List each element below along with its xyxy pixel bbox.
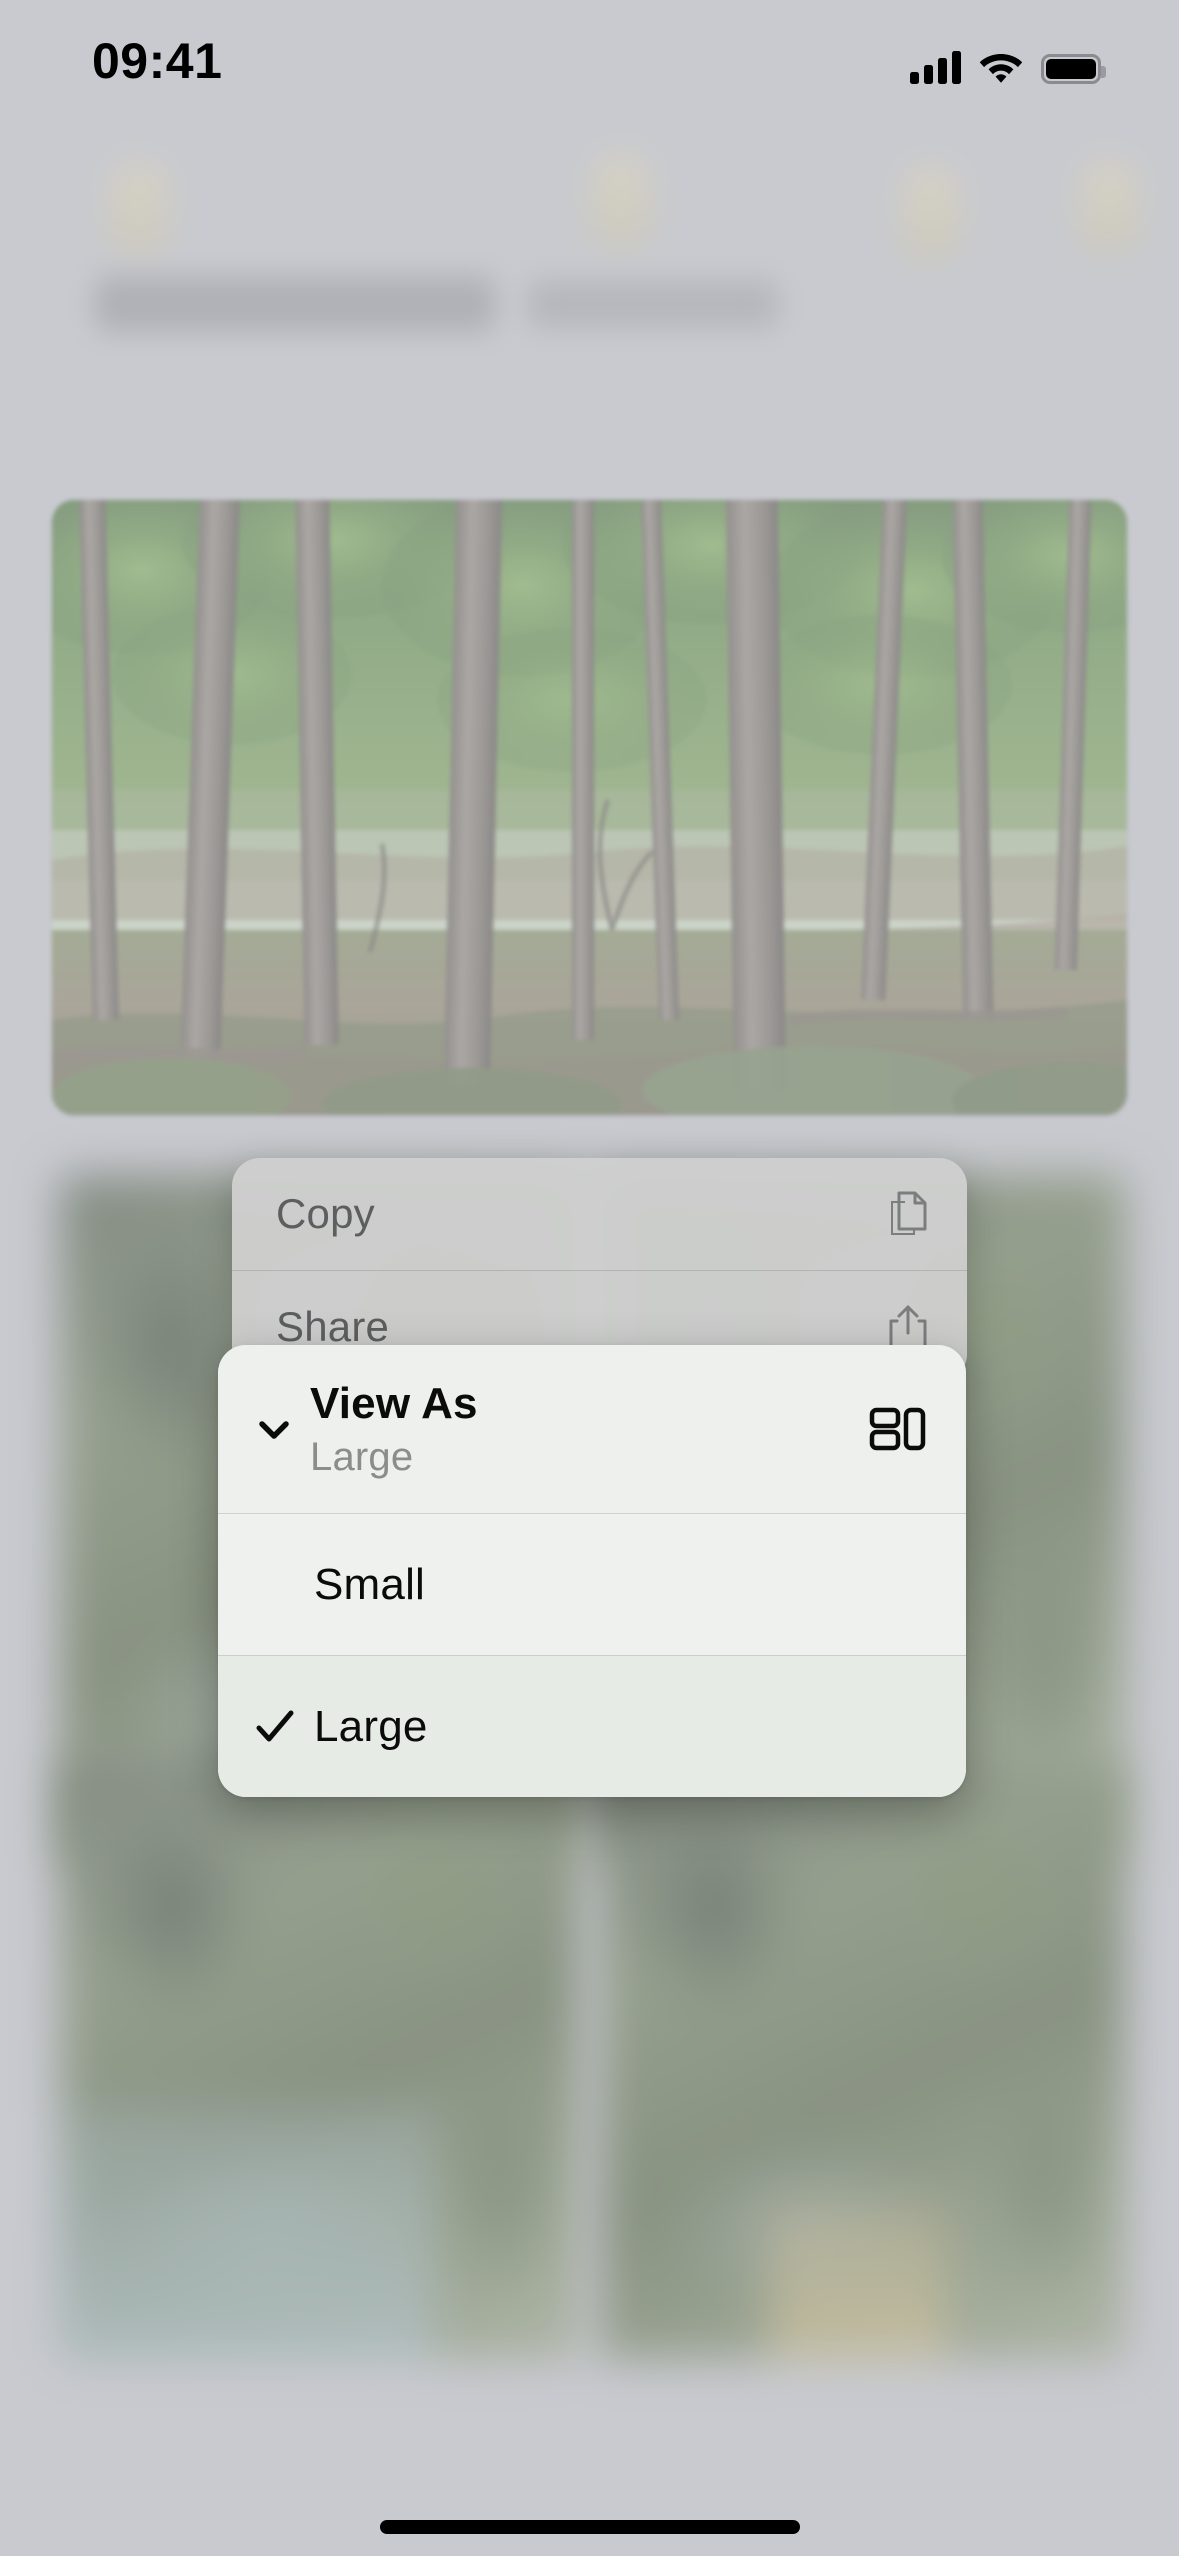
checkmark-icon-placeholder [252, 1562, 298, 1608]
submenu-option-large[interactable]: Large [218, 1655, 966, 1797]
battery-icon [1041, 54, 1106, 84]
checkmark-icon [252, 1704, 298, 1750]
view-as-submenu: View As Large Small Large [218, 1345, 966, 1797]
status-bar-time: 09:41 [92, 33, 223, 89]
submenu-option-label: Small [314, 1559, 426, 1609]
status-bar: 09:41 [0, 0, 1179, 140]
submenu-header-view-as[interactable]: View As Large [218, 1345, 966, 1513]
doc-on-doc-icon [885, 1188, 931, 1240]
submenu-option-small[interactable]: Small [218, 1513, 966, 1655]
cellular-signal-icon [910, 50, 961, 84]
status-bar-indicators [910, 38, 1106, 84]
wifi-icon [979, 50, 1023, 84]
submenu-header-text: View As Large [310, 1379, 868, 1480]
home-indicator[interactable] [379, 2520, 800, 2534]
rectangle-grid-layout-icon [868, 1403, 926, 1455]
submenu-option-label: Large [314, 1701, 428, 1751]
phone-screen: Copy Share View As Large Small Large 09:… [0, 0, 1179, 2556]
context-menu-item-copy[interactable]: Copy [232, 1158, 967, 1270]
submenu-subtitle: Large [310, 1434, 414, 1479]
chevron-down-icon[interactable] [252, 1407, 296, 1451]
submenu-title: View As [310, 1378, 478, 1428]
context-menu-item-label: Share [276, 1302, 390, 1350]
context-menu-item-label: Copy [276, 1190, 375, 1237]
